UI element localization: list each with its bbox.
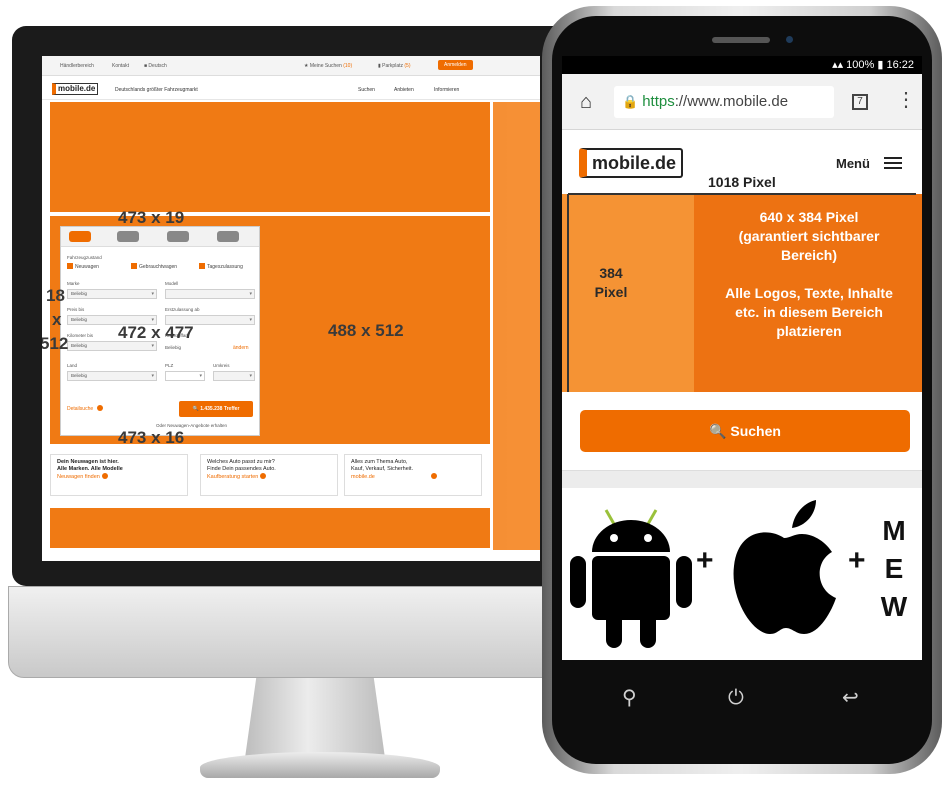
phone-camera: [786, 36, 793, 43]
device-mockup-stage: Händlerbereich Kontakt ■ Deutsch ★ Meine…: [0, 0, 948, 795]
zip-label: PLZ: [165, 363, 174, 368]
arrow-right-icon: [96, 405, 103, 411]
height-dimension-label: 384 Pixel: [594, 265, 628, 300]
signal-icon: ▴▴: [832, 59, 847, 71]
search-icon: 🔍: [709, 423, 727, 439]
hamburger-icon[interactable]: [884, 157, 902, 169]
desktop-topbar: Händlerbereich Kontakt ■ Deutsch ★ Meine…: [42, 56, 540, 76]
lock-icon: 🔒: [622, 94, 639, 109]
desktop-screen: Händlerbereich Kontakt ■ Deutsch ★ Meine…: [42, 56, 540, 561]
hero-safe-area-text: 640 x 384 Pixel (garantiert sichtbarer B…: [725, 209, 893, 339]
topbar-contact-link[interactable]: Kontakt: [112, 63, 129, 69]
width-arrow: [568, 193, 916, 195]
plus-sign-2: +: [848, 544, 866, 577]
radius-select[interactable]: [213, 371, 255, 381]
dimension-label-card: 472 x 477: [118, 323, 194, 342]
model-label: Modell: [165, 281, 179, 286]
nav-offer[interactable]: Anbieten: [394, 87, 414, 93]
section-separator: [562, 470, 922, 488]
desktop-tagline: Deutschlands größter Fahrzeugmarkt: [115, 87, 198, 93]
country-label: Land: [67, 363, 78, 368]
saved-searches-link[interactable]: ★ Meine Suchen (10): [304, 63, 352, 69]
phone-speaker: [712, 37, 770, 43]
dimension-label-banner: 488 x 512: [328, 321, 404, 340]
motorbike-tab-icon[interactable]: [117, 231, 139, 242]
login-button[interactable]: Anmelden: [438, 60, 473, 70]
country-select[interactable]: Beliebig: [67, 371, 157, 381]
dimension-label-bottom: 473 x 16: [118, 428, 185, 447]
detail-search-link[interactable]: Detailsuche: [67, 405, 103, 412]
plus-sign-1: +: [696, 544, 714, 577]
check-used[interactable]: Gebrauchtwagen: [131, 263, 177, 270]
desktop-top-banner: [50, 102, 490, 212]
dimension-label-tabs: 473 x 19: [118, 208, 185, 227]
arrow-right-icon: [101, 473, 108, 479]
platform-logos: + + M E W: [562, 488, 922, 660]
tab-switcher-button[interactable]: 7: [852, 94, 868, 110]
truck-tab-icon[interactable]: [217, 231, 239, 242]
check-new[interactable]: Neuwagen: [67, 263, 99, 270]
menu-label[interactable]: Menü: [836, 156, 870, 171]
more-options-icon[interactable]: ⋮: [896, 90, 916, 110]
phone-search-button[interactable]: 🔍 Suchen: [580, 410, 910, 452]
browser-url-bar: ⌂ 🔒 https://www.mobile.de 7 ⋮: [562, 74, 922, 130]
vehicle-type-tabs: [61, 227, 259, 247]
make-label: Marke: [67, 281, 80, 286]
info-box-magazine[interactable]: Alles zum Thema Auto, Kauf, Verkauf, Sic…: [344, 454, 482, 496]
android-icon: [570, 509, 692, 648]
desktop-logo[interactable]: mobile.de: [52, 83, 99, 95]
desktop-header: mobile.de Deutschlands größter Fahrzeugm…: [42, 78, 540, 100]
mew-label: M E W: [880, 515, 908, 622]
nav-search[interactable]: Suchen: [358, 87, 375, 93]
phone-status-bar: ▴▴ 100% ▮ 16:22: [562, 56, 922, 74]
arrow-right-icon: [260, 473, 267, 479]
desktop-right-banner: [493, 102, 540, 550]
info-box-advice[interactable]: Welches Auto passt zu mir? Finde Dein pa…: [200, 454, 338, 496]
back-icon[interactable]: ↩: [842, 688, 859, 708]
topbar-dealer-link[interactable]: Händlerbereich: [60, 63, 94, 69]
km-label: Kilometer bis: [67, 333, 94, 338]
desktop-bottom-banner: [50, 508, 490, 548]
monitor-stand-neck: [245, 678, 385, 758]
check-day-registration[interactable]: Tageszulassung: [199, 263, 243, 270]
arrow-right-icon: [430, 473, 437, 479]
dimension-label-side-c: 512: [42, 334, 69, 353]
home-icon[interactable]: ⌂: [580, 92, 592, 112]
price-label: Preis bis: [67, 307, 85, 312]
dimension-label-side-a: 18: [46, 286, 65, 305]
phone-logo[interactable]: mobile.de: [579, 148, 684, 178]
make-select[interactable]: Beliebig: [67, 289, 157, 299]
height-arrow: [567, 194, 569, 392]
show-results-button[interactable]: 🔍 1.435.238 Treffer: [179, 401, 253, 417]
monitor-stand-base: [200, 752, 440, 778]
fuel-change-link[interactable]: ändern: [233, 345, 249, 351]
registration-label: Erstzulassung ab: [165, 307, 200, 312]
info-box-new-cars[interactable]: Dein Neuwagen ist hier. Alle Marken. All…: [50, 454, 188, 496]
zip-input[interactable]: [165, 371, 205, 381]
camper-tab-icon[interactable]: [167, 231, 189, 242]
car-tab-icon[interactable]: [69, 231, 91, 242]
condition-label: Fahrzeugzustand: [67, 255, 102, 260]
nav-inform[interactable]: Informieren: [434, 87, 459, 93]
power-icon[interactable]: ⏻: [728, 688, 744, 708]
language-selector[interactable]: ■ Deutsch: [144, 63, 167, 69]
monitor-chin: [8, 586, 582, 678]
search-nav-icon[interactable]: ⚲: [622, 688, 637, 708]
url-field[interactable]: 🔒 https://www.mobile.de: [614, 86, 834, 118]
radius-label: Umkreis: [213, 363, 230, 368]
parked-link[interactable]: ▮ Parkplatz (5): [378, 63, 411, 69]
fuel-value: Beliebig: [165, 345, 182, 350]
dimension-label-side-b: x: [52, 310, 62, 329]
phone-screen: ▴▴ 100% ▮ 16:22 ⌂ 🔒 https://www.mobile.de…: [562, 56, 922, 660]
apple-icon: [733, 500, 836, 634]
width-dimension-label: 1018 Pixel: [708, 174, 776, 190]
model-select[interactable]: [165, 289, 255, 299]
